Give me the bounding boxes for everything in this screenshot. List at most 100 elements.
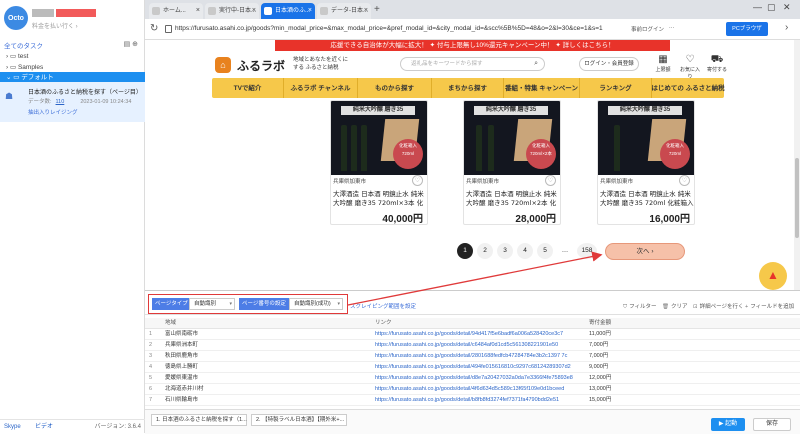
nav-tv[interactable]: TVで紹介 — [212, 78, 284, 98]
page-1[interactable]: 1 — [457, 243, 473, 259]
tab-running[interactable]: 実行中-日本... × — [205, 3, 259, 19]
detail-page-label: 詳細ページを行く — [699, 304, 744, 310]
table-row[interactable]: 3 秋田県鹿角市 https://furusato.asahi.co.jp/good… — [145, 351, 800, 362]
product-card[interactable]: 純米大吟醸 磨き35 化粧箱入 720ml 兵庫県加東市 ♡ 大澤酒造 日本酒 … — [330, 100, 428, 225]
close-icon[interactable]: × — [308, 3, 312, 19]
product-image[interactable]: 純米大吟醸 磨き35 化粧箱入 720ml×2本 — [464, 101, 560, 175]
folder-test[interactable]: › ▭ test — [0, 51, 145, 62]
search-input[interactable]: 返礼品をキーワードから探す ⌕ — [400, 57, 545, 71]
page-last[interactable]: 158 — [577, 243, 597, 259]
page-type-select[interactable]: 自動識別 ▾ — [189, 298, 235, 310]
page-number-select[interactable]: 自動識別(成功) ▾ — [289, 298, 343, 310]
workflow-step-1[interactable]: 1. 日本酒のふるさと納税を探す（1... — [151, 414, 247, 426]
cell-link[interactable]: https://furusato.asahi.co.jp/goods/detai… — [375, 373, 573, 384]
page-3[interactable]: 3 — [497, 243, 513, 259]
skype-link[interactable]: Skype — [4, 420, 21, 434]
table-row[interactable]: 1 富山県南砺市 https://furusato.asahi.co.jp/good… — [145, 329, 800, 340]
page-4[interactable]: 4 — [517, 243, 533, 259]
tab-active[interactable]: 日本酒のふ... × — [261, 3, 315, 19]
reload-icon[interactable]: ↻ — [150, 23, 158, 34]
cell-link[interactable]: https://furusato.asahi.co.jp/goods/detai… — [375, 362, 571, 373]
table-row[interactable]: 6 北海道赤井川村 https://furusato.asahi.co.jp/goo… — [145, 384, 800, 395]
product-name[interactable]: 大澤酒造 日本酒 明鏡止水 純米大吟醸 磨き35 720ml×2本 化粧箱入[… — [466, 190, 560, 208]
scrape-range-link[interactable]: スクレイピング範囲を設定 — [350, 302, 416, 310]
more-icon[interactable]: ⋯ — [669, 25, 675, 31]
table-row[interactable]: 5 愛媛県東温市 https://furusato.asahi.co.jp/good… — [145, 373, 800, 384]
filter-button[interactable]: ⛉ フィルター — [623, 302, 657, 311]
url-field[interactable]: https://furusato.asahi.co.jp/goods?min_m… — [175, 25, 603, 32]
col-link[interactable]: リンク — [375, 318, 392, 329]
all-tasks-title[interactable]: 全てのタスク — [4, 40, 43, 50]
page-2[interactable]: 2 — [477, 243, 493, 259]
nav-campaign[interactable]: 番組・特集 キャンペーン — [504, 78, 580, 98]
nav-beginner[interactable]: はじめての ふるさと納税 — [651, 78, 724, 98]
clear-button[interactable]: 🗑 クリア — [662, 302, 688, 310]
nav-things[interactable]: ものから探す — [358, 78, 432, 98]
pc-browser-button[interactable]: PCブラウザ — [726, 22, 768, 36]
table-row[interactable]: 2 兵庫県洲本町 https://furusato.asahi.co.jp/good… — [145, 340, 800, 351]
run-button[interactable]: ▶ 起動 — [711, 418, 745, 431]
scrollbar-thumb[interactable] — [795, 158, 799, 238]
next-page-button[interactable]: 次へ › — [605, 243, 685, 260]
sidebar-toolbar-icon[interactable]: ▤ ⊕ — [124, 40, 138, 48]
product-card[interactable]: 純米大吟醸 磨き35 化粧箱入 720ml×2本 兵庫県加東市 ♡ 大澤酒造 日… — [463, 100, 561, 225]
nav-channel[interactable]: ふるラボ チャンネル — [284, 78, 358, 98]
close-icon[interactable]: × — [196, 3, 200, 19]
cell-link[interactable]: https://furusato.asahi.co.jp/goods/detai… — [375, 384, 564, 395]
table-row[interactable]: 4 徳島県上勝町 https://furusato.asahi.co.jp/good… — [145, 362, 800, 373]
upgrade-link[interactable]: 料金を払い行く › — [32, 21, 78, 30]
scroll-top-button[interactable]: ▲ — [759, 262, 787, 290]
limit-button[interactable]: ▦ 上限額 — [651, 54, 675, 73]
campaign-banner[interactable]: 応援できる自治体が大幅に拡大！ ✦ 付与上限無し10%還元キャンペーン中！ ✦ … — [275, 40, 670, 51]
donate-label: 寄付する — [706, 67, 727, 73]
page-5[interactable]: 5 — [537, 243, 553, 259]
tab-data[interactable]: データ-日本... × — [317, 3, 371, 19]
donate-button[interactable]: ⛟ 寄付する — [705, 54, 729, 73]
link-icon: ⊡ — [693, 304, 698, 310]
nav-towns[interactable]: まちから探す — [432, 78, 504, 98]
maximize-icon[interactable]: ▢ — [767, 2, 776, 13]
cell-link[interactable]: https://furusato.asahi.co.jp/goods/detai… — [375, 340, 558, 351]
favorite-heart-icon[interactable]: ♡ — [679, 175, 690, 186]
favorite-heart-icon[interactable]: ♡ — [412, 175, 423, 186]
window-close-icon[interactable]: ✕ — [783, 2, 791, 13]
task-count[interactable]: 110 — [56, 99, 65, 105]
tab-home[interactable]: ホーム... × — [149, 3, 203, 19]
product-name[interactable]: 大澤酒造 日本酒 明鏡止水 純米大吟醸 磨き35 720ml×3本 化粧箱入[… — [333, 190, 427, 208]
product-card[interactable]: 純米大吟醸 磨き35 化粧箱入 720ml 兵庫県加東市 ♡ 大澤酒造 日本酒 … — [597, 100, 695, 225]
cell-link[interactable]: https://furusato.asahi.co.jp/goods/detai… — [375, 329, 563, 340]
favorite-heart-icon[interactable]: ♡ — [545, 175, 556, 186]
favicon-icon — [320, 7, 328, 15]
search-icon[interactable]: ⌕ — [534, 58, 538, 70]
cell-link[interactable]: https://furusato.asahi.co.jp/goods/detai… — [375, 351, 567, 362]
dock-close-icon[interactable]: › — [785, 22, 788, 33]
login-button[interactable]: ログイン・会員登録 — [579, 57, 639, 71]
site-name[interactable]: ふるラボ — [237, 57, 285, 74]
cell-link[interactable]: https://furusato.asahi.co.jp/goods/detai… — [375, 395, 559, 406]
workflow-step-2[interactable]: 2. 【特製ラベル日本酒】【期外米+... — [251, 414, 347, 426]
close-icon[interactable]: × — [364, 3, 368, 19]
scrollbar[interactable] — [794, 40, 800, 290]
close-icon[interactable]: × — [252, 3, 256, 19]
task-item[interactable]: ☗ 日本酒のふるさと納税を探す（ページ目） データ数: 110 2023-01-09… — [0, 82, 145, 122]
col-amount[interactable]: 寄付金額 — [589, 318, 611, 329]
product-image[interactable]: 純米大吟醸 磨き35 化粧箱入 720ml — [598, 101, 694, 175]
task-status[interactable]: 抽出入りレイジング — [28, 108, 78, 116]
site-logo-icon[interactable]: ⌂ — [215, 57, 231, 73]
minimize-icon[interactable]: — — [753, 2, 762, 12]
nav-ranking[interactable]: ランキング — [580, 78, 652, 98]
col-region[interactable]: 地域 — [165, 318, 176, 329]
add-field-button[interactable]: + フィールドを追加 — [745, 302, 794, 310]
video-link[interactable]: ビデオ — [35, 420, 53, 434]
user-name[interactable] — [32, 9, 112, 17]
table-row[interactable]: 7 石川県輪島市 https://furusato.asahi.co.jp/good… — [145, 395, 800, 406]
detail-page-button[interactable]: ⊡ 詳細ページを行く — [693, 302, 744, 310]
pre-login-button[interactable]: 事前ログイン — [631, 25, 664, 33]
save-button[interactable]: 保存 — [753, 418, 791, 431]
product-name[interactable]: 大澤酒造 日本酒 明鏡止水 純米大吟醸 磨き35 720ml 化粧箱入[ 酒 お… — [600, 190, 694, 208]
product-image[interactable]: 純米大吟醸 磨き35 化粧箱入 720ml — [331, 101, 427, 175]
favicon-icon — [152, 7, 160, 15]
new-tab-icon[interactable]: + — [374, 4, 380, 15]
filter-icon: ⛉ — [623, 304, 628, 310]
favorites-button[interactable]: ♡ お気に入り — [678, 54, 702, 80]
